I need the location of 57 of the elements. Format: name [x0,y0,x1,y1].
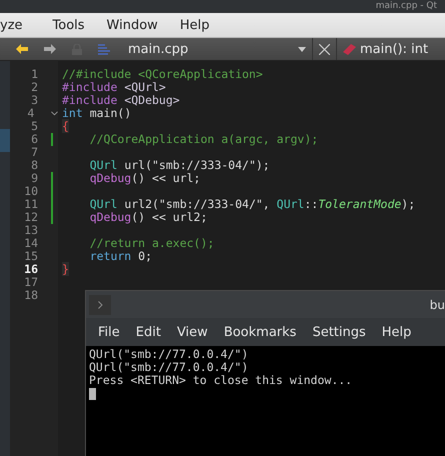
code-line: QUrl url2("smb://333-04/", QUrl::TolerantMode); [88,198,416,211]
line-number: 14 [23,237,38,250]
code-line: //#include <QCoreApplication> [62,68,264,81]
file-icon [98,44,110,54]
line-number: 2 [30,81,38,94]
menu-item[interactable]: yze [0,18,34,32]
caret-icon[interactable] [298,46,306,52]
line-number: 9 [30,172,38,185]
line-number: 18 [23,289,38,302]
line-number: 16 [23,263,38,276]
line-number: 8 [30,159,38,172]
line-number: 3 [30,94,38,107]
menu-item[interactable]: File [90,324,128,340]
forward-arrow-icon[interactable] [44,44,56,54]
line-number: 7 [30,146,38,159]
sidebar-highlight [0,129,10,152]
menu-item[interactable]: Bookmarks [216,324,304,340]
line-number: 1 [30,68,38,81]
line-number: 5 [30,120,38,133]
close-icon[interactable] [319,44,330,54]
code-line: //return a.exec(); [88,237,216,250]
terminal-output-line: QUrl("smb://77.0.0.4/") [89,361,250,374]
terminal-cursor [89,388,96,400]
code-line: int main() [62,107,132,120]
menu-item[interactable]: Settings [304,324,374,340]
code-line: QUrl url("smb://333-04/"); [88,159,271,172]
code-line: //QCoreApplication a(argc, argv); [88,133,320,146]
fold-chevron-icon[interactable] [51,111,58,116]
menu-item[interactable]: Help [374,324,420,340]
line-number: 10 [23,185,38,198]
line-number: 17 [23,276,38,289]
line-number: 4 [26,107,34,120]
code-line: #include <QDebug> [62,94,181,107]
line-number: 15 [23,250,38,263]
menu-item[interactable]: Help [168,18,220,32]
window-title: main.cpp - Qt [376,1,437,12]
menu-item[interactable]: Window [96,18,169,32]
menu-item[interactable]: Tools [42,18,96,32]
file-name[interactable]: main.cpp [128,42,298,56]
back-arrow-icon[interactable] [16,44,28,54]
line-number: 13 [23,224,38,237]
symbol-selector[interactable]: main(): int [360,42,428,56]
line-number: 12 [23,211,38,224]
terminal-button[interactable] [89,294,111,314]
code-line: qDebug() << url; [88,172,202,185]
menu-item[interactable]: View [168,324,216,340]
menu-item[interactable]: Edit [128,324,169,340]
line-number: 11 [23,198,38,211]
code-line: qDebug() << url2; [88,211,208,224]
terminal-output-line: Press <RETURN> to close this window... [89,374,354,387]
terminal-title: bu [430,298,445,312]
chevron-icon [98,300,102,308]
terminal-output-line: QUrl("smb://77.0.0.4/") [89,348,250,361]
code-line: return 0; [88,250,154,263]
diamond-icon [343,44,356,54]
line-number: 6 [30,133,38,146]
code-line: #include <QUrl> [62,81,166,94]
